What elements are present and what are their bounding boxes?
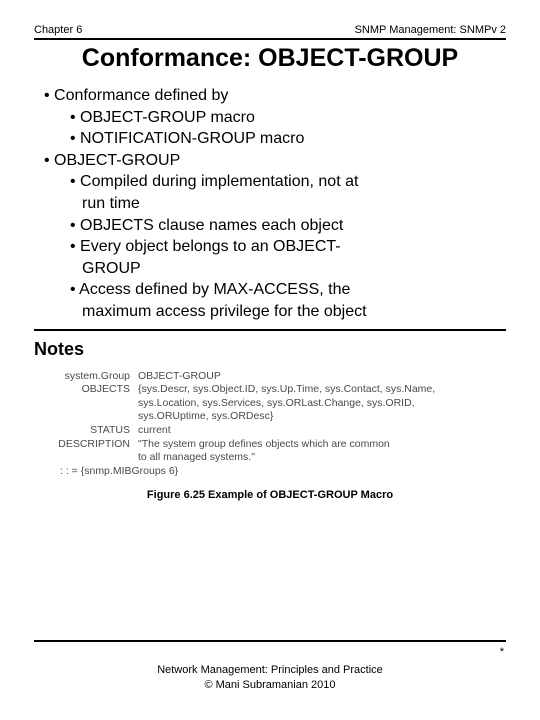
footer: Network Management: Principles and Pract…	[34, 663, 506, 692]
figure-caption: Figure 6.25 Example of OBJECT-GROUP Macr…	[34, 489, 506, 501]
bullet-item: • Compiled during implementation, not at	[70, 171, 506, 193]
macro-value: to all managed systems."	[138, 451, 506, 465]
divider	[34, 38, 506, 40]
bullet-item: • NOTIFICATION-GROUP macro	[70, 128, 506, 150]
divider	[34, 640, 506, 642]
macro-value: current	[138, 424, 506, 438]
macro-label: : : = {snmp.MIBGroups 6}	[30, 465, 186, 479]
bullet-item: • OBJECTS clause names each object	[70, 215, 506, 237]
divider	[34, 329, 506, 331]
bullet-item: • OBJECT-GROUP	[44, 150, 506, 172]
bullet-item-cont: maximum access privilege for the object	[82, 301, 506, 323]
bullet-item: • OBJECT-GROUP macro	[70, 107, 506, 129]
footer-line: © Mani Subramanian 2010	[34, 678, 506, 692]
macro-value: "The system group defines objects which …	[138, 438, 506, 452]
macro-value: sys.Location, sys.Services, sys.ORLast.C…	[138, 397, 506, 411]
macro-label: system.Group	[30, 370, 138, 384]
macro-label	[30, 397, 138, 411]
macro-value: OBJECT-GROUP	[138, 370, 506, 384]
bullet-item: • Every object belongs to an OBJECT-	[70, 236, 506, 258]
topic-label: SNMP Management: SNMPv 2	[355, 24, 506, 36]
macro-value: sys.ORUptime, sys.ORDesc}	[138, 410, 506, 424]
macro-value: {sys.Descr, sys.Object.ID, sys.Up.Time, …	[138, 383, 506, 397]
bullet-item: • Conformance defined by	[44, 85, 506, 107]
asterisk: *	[500, 646, 504, 658]
chapter-label: Chapter 6	[34, 24, 82, 36]
notes-heading: Notes	[34, 339, 506, 360]
footer-line: Network Management: Principles and Pract…	[34, 663, 506, 677]
slide-page: Chapter 6 SNMP Management: SNMPv 2 Confo…	[0, 0, 540, 720]
macro-label	[30, 451, 138, 465]
macro-example: system.Group OBJECT-GROUP OBJECTS {sys.D…	[30, 370, 506, 479]
macro-label: STATUS	[30, 424, 138, 438]
bullet-list: • Conformance defined by • OBJECT-GROUP …	[44, 85, 506, 323]
macro-label: DESCRIPTION	[30, 438, 138, 452]
header-row: Chapter 6 SNMP Management: SNMPv 2	[34, 24, 506, 36]
bullet-item: • Access defined by MAX-ACCESS, the	[70, 279, 506, 301]
bullet-item-cont: GROUP	[82, 258, 506, 280]
macro-label: OBJECTS	[30, 383, 138, 397]
page-title: Conformance: OBJECT-GROUP	[34, 44, 506, 73]
bullet-item-cont: run time	[82, 193, 506, 215]
macro-label	[30, 410, 138, 424]
